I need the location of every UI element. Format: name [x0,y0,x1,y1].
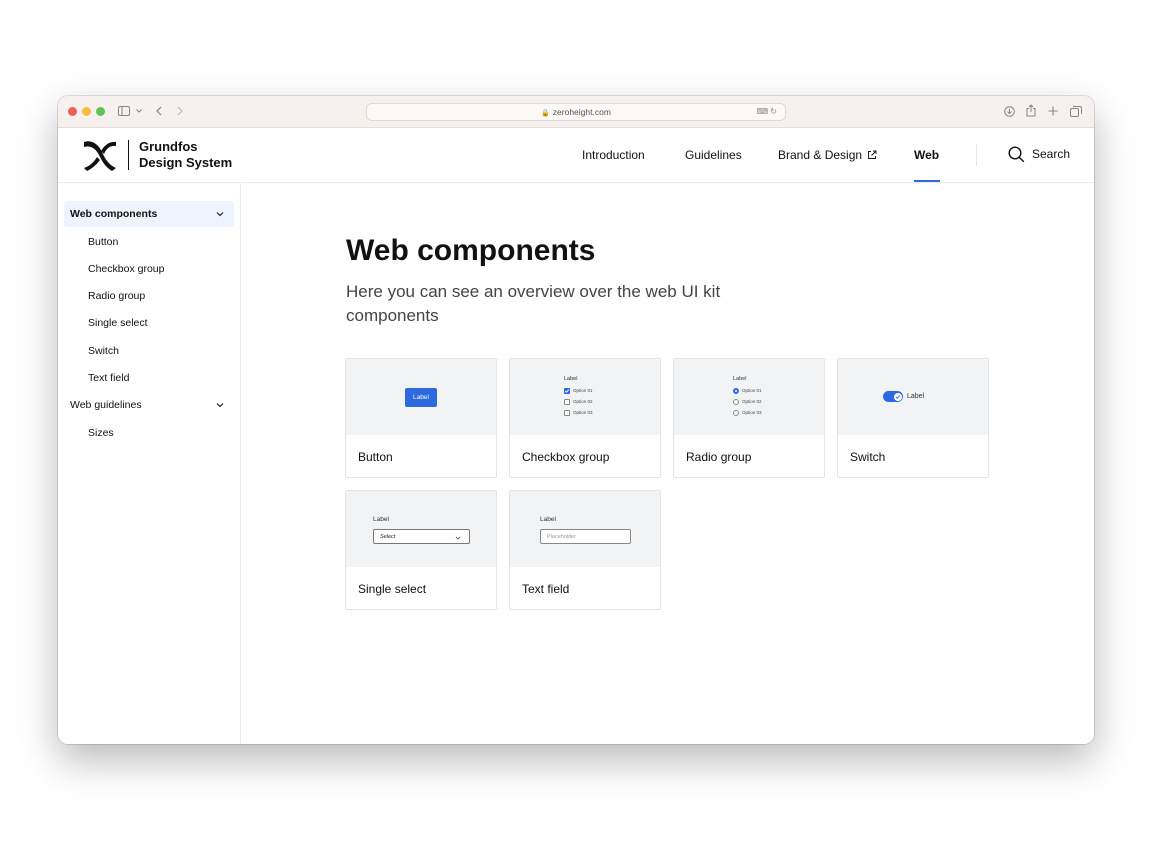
sidebar-item-text-field[interactable]: Text field [88,371,129,385]
chevron-down-icon [455,536,461,540]
component-card-single-select[interactable]: Label Select Single select [345,490,497,610]
component-card-checkbox-group[interactable]: Label Option 01 Option 02 Option 03 Chec… [509,358,661,478]
sidebar-item-switch[interactable]: Switch [88,344,119,358]
sidebar-item-checkbox-group[interactable]: Checkbox group [88,262,164,276]
preview-option: Option 03 [742,410,762,415]
minimize-window-button[interactable] [82,107,91,116]
checkmark-icon [565,389,570,394]
preview-radio [733,399,739,405]
grundfos-logo-icon[interactable] [82,138,118,172]
preview-select: Select [373,529,470,544]
preview-option: Option 01 [573,388,593,393]
preview-checkbox-checked [564,388,570,394]
sidebar-item-radio-group[interactable]: Radio group [88,289,145,303]
component-card-radio-group[interactable]: Label Option 01 Option 02 Option 03 Radi… [673,358,825,478]
component-card-button[interactable]: Label Button [345,358,497,478]
card-preview: Label [838,359,988,435]
card-title: Radio group [686,450,752,464]
main-content: Web components Here you can see an overv… [241,183,1094,744]
new-tab-icon[interactable] [1048,106,1058,116]
url-text: zeroheight.com [552,107,611,117]
preview-switch-on [883,391,903,402]
preview-label: Label [540,516,556,523]
logo-line-1: Grundfos [139,139,198,154]
logo-divider [128,140,129,170]
tab-overview-icon[interactable] [1070,106,1082,117]
preview-option: Option 03 [573,410,593,415]
nav-introduction[interactable]: Introduction [582,147,645,163]
sidebar-group-web-guidelines[interactable]: Web guidelines [64,392,234,418]
zoom-window-button[interactable] [96,107,105,116]
card-preview: Label Option 01 Option 02 Option 03 [674,359,824,435]
sidebar-toggle-icon[interactable] [118,106,130,116]
forward-icon[interactable] [177,106,183,116]
address-bar[interactable]: 🔒 zeroheight.com ⌨ ↻ [366,103,786,121]
back-icon[interactable] [156,106,162,116]
sidebar-item-button[interactable]: Button [88,235,118,249]
card-title: Switch [850,450,886,464]
page-title: Web components [346,234,596,267]
nav-guidelines[interactable]: Guidelines [685,147,742,163]
preview-placeholder: Placeholder [547,534,577,540]
card-title: Button [358,450,393,464]
translate-icon[interactable]: ⌨ [757,107,769,116]
reload-icon[interactable]: ↻ [770,107,777,116]
active-nav-indicator [914,180,940,182]
preview-checkbox [564,410,570,416]
switch-knob [893,392,902,401]
download-icon[interactable] [1004,106,1015,117]
preview-text-input: Placeholder [540,529,631,544]
nav-web[interactable]: Web [914,147,939,163]
browser-window: 🔒 zeroheight.com ⌨ ↻ Grundfos Design Sys… [58,96,1094,744]
preview-button: Label [405,388,437,407]
sidebar-group-web-components[interactable]: Web components [64,201,234,227]
page-subtitle: Here you can see an overview over the we… [346,282,721,325]
card-title: Text field [522,582,570,596]
component-card-text-field[interactable]: Label Placeholder Text field [509,490,661,610]
logo-line-2: Design System [139,155,233,170]
preview-label: Label [564,376,578,382]
chevron-down-icon [216,403,224,408]
checkmark-icon [895,394,900,399]
preview-select-value: Select [380,534,396,540]
sidebar-group-label: Web guidelines [70,399,142,411]
external-link-icon [868,150,877,159]
card-preview: Label [346,359,496,435]
card-preview: Label Select [346,491,496,567]
preview-label: Label [373,516,389,523]
nav-brand-design[interactable]: Brand & Design [778,147,877,163]
component-card-switch[interactable]: Label Switch [837,358,989,478]
logo-text[interactable]: Grundfos Design System [139,139,232,171]
card-title: Checkbox group [522,450,610,464]
preview-option: Option 02 [742,399,762,404]
chevron-down-icon [216,212,224,217]
sidebar-item-single-select[interactable]: Single select [88,316,148,330]
preview-radio-selected [733,388,739,394]
lock-icon: 🔒 [541,110,550,117]
card-preview: Label Option 01 Option 02 Option 03 [510,359,660,435]
card-title: Single select [358,582,427,596]
nav-brand-design-label: Brand & Design [778,148,863,162]
site-header: Grundfos Design System Introduction Guid… [58,128,1094,183]
preview-option: Option 01 [742,388,762,393]
preview-radio [733,410,739,416]
search-icon [1008,146,1025,163]
share-icon[interactable] [1026,104,1036,117]
browser-toolbar: 🔒 zeroheight.com ⌨ ↻ [58,96,1094,128]
card-preview: Label Placeholder [510,491,660,567]
close-window-button[interactable] [68,107,77,116]
preview-checkbox [564,399,570,405]
preview-label: Label [733,376,747,382]
chevron-down-icon[interactable] [136,109,142,113]
preview-label: Label [907,393,925,400]
sidebar-item-sizes[interactable]: Sizes [88,426,114,440]
sidebar: Web components Button Checkbox group Rad… [58,183,241,744]
search-label: Search [1032,147,1071,161]
preview-option: Option 02 [573,399,593,404]
nav-divider [976,144,977,166]
sidebar-group-label: Web components [70,208,158,220]
